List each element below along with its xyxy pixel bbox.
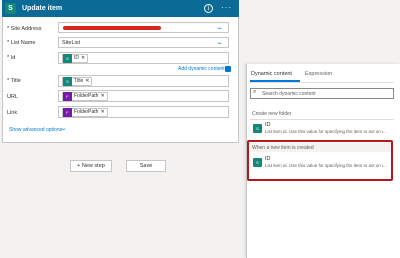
list-name-field[interactable]: [58, 37, 229, 48]
title-label: * Title: [7, 78, 21, 84]
folder-icon: F: [63, 107, 72, 117]
add-dynamic-content-link[interactable]: Add dynamic content: [178, 66, 225, 72]
item-title: ID: [265, 122, 271, 128]
search-icon: ⌕: [253, 89, 257, 95]
item-description: List item id. Use this value for specify…: [265, 129, 387, 134]
chevron-down-icon[interactable]: ⌄: [60, 125, 68, 132]
save-button[interactable]: Save: [126, 160, 166, 172]
url-label: URL: [7, 94, 19, 100]
close-icon[interactable]: ✕: [100, 93, 106, 99]
folder-icon: F: [63, 91, 72, 101]
search-placeholder: Search dynamic content: [262, 91, 316, 97]
tab-expression[interactable]: Expression: [305, 71, 332, 77]
section-divider: [250, 119, 394, 120]
list-name-value: SiteList: [62, 40, 81, 46]
id-token[interactable]: S ID ✕: [62, 53, 89, 63]
sharepoint-icon: S: [63, 53, 72, 63]
link-label: Link: [7, 110, 18, 116]
chevron-down-icon[interactable]: ⌄: [215, 24, 223, 31]
more-icon[interactable]: ···: [221, 3, 232, 12]
list-name-label: * List Name: [7, 40, 36, 46]
new-step-button[interactable]: + New step: [70, 160, 112, 172]
id-token-label: ID: [74, 55, 79, 61]
tab-dynamic-content[interactable]: Dynamic content: [251, 71, 292, 77]
site-address-redacted-value: [63, 25, 161, 30]
tabs-divider: [250, 82, 394, 83]
info-icon[interactable]: i: [204, 4, 213, 13]
close-icon[interactable]: ✕: [85, 78, 91, 84]
highlight-box: [247, 140, 393, 181]
sharepoint-icon: S: [253, 124, 262, 133]
link-token-label: FolderPath: [74, 109, 99, 115]
section-header-create-new-folder: Create new folder: [252, 111, 292, 117]
close-icon[interactable]: ✕: [100, 109, 106, 115]
card-title[interactable]: Update item: [22, 5, 62, 12]
close-icon[interactable]: ✕: [81, 55, 87, 61]
site-address-label: * Site Address: [7, 26, 42, 32]
chevron-down-icon[interactable]: ⌄: [215, 39, 223, 46]
sharepoint-icon: S: [5, 3, 16, 14]
sharepoint-icon: S: [63, 76, 72, 86]
dynamic-content-icon[interactable]: [225, 65, 231, 72]
id-label: * Id: [7, 55, 16, 61]
url-token-label: FolderPath: [74, 93, 99, 99]
show-advanced-options-link[interactable]: Show advanced options: [9, 127, 62, 133]
title-token[interactable]: S Title ✕: [62, 76, 93, 86]
title-token-label: Title: [74, 78, 84, 84]
url-token[interactable]: F FolderPath ✕: [62, 91, 108, 101]
link-token[interactable]: F FolderPath ✕: [62, 107, 108, 117]
